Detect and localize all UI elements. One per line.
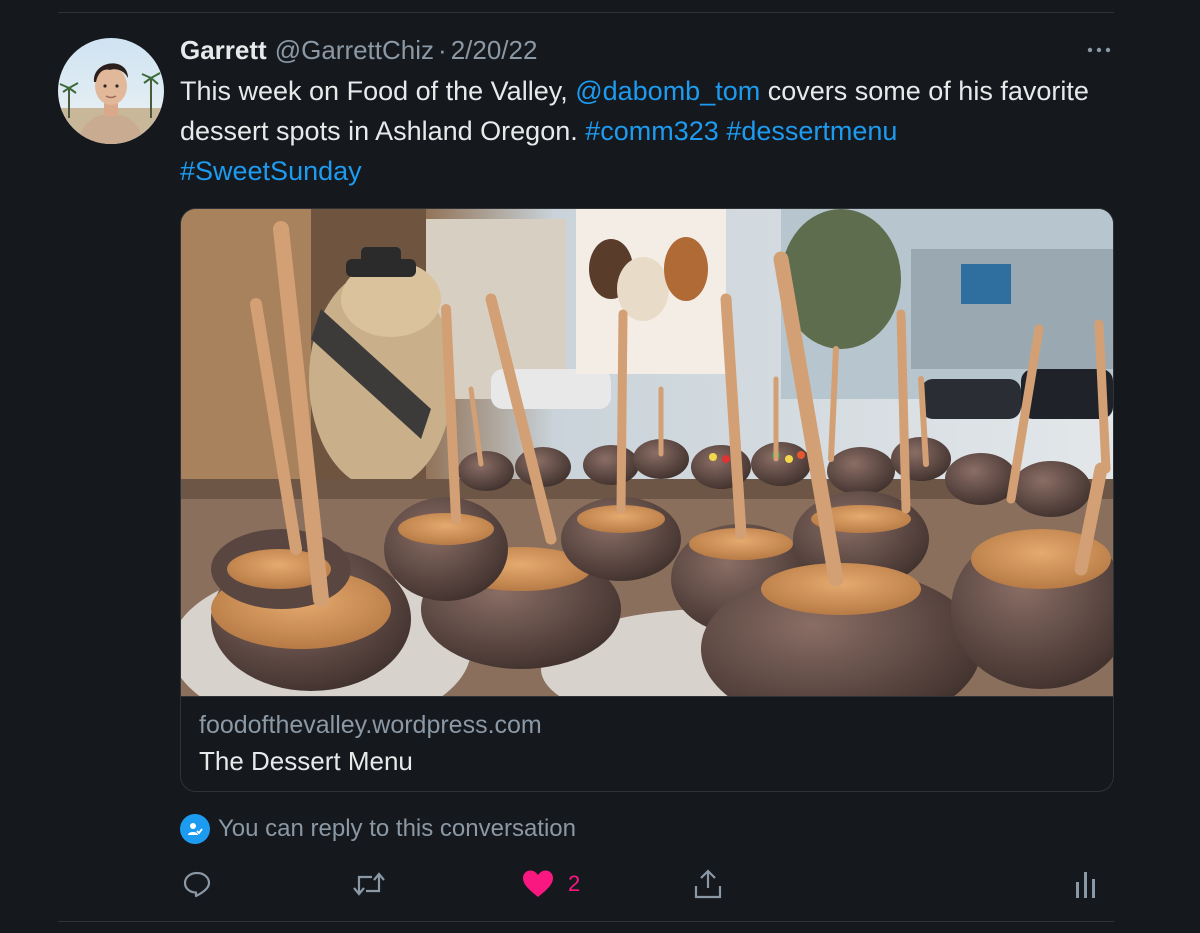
top-divider bbox=[58, 12, 1114, 13]
card-domain: foodofthevalley.wordpress.com bbox=[199, 711, 542, 739]
card-title: The Dessert Menu bbox=[199, 746, 413, 776]
hashtag-link[interactable]: #comm323 bbox=[585, 116, 719, 146]
like-button[interactable]: 2 bbox=[522, 866, 580, 902]
link-card[interactable]: foodofthevalley.wordpress.com The Desser… bbox=[180, 208, 1114, 792]
reply-restriction: You can reply to this conversation bbox=[180, 812, 576, 846]
hashtag-link[interactable]: #dessertmenu bbox=[726, 116, 897, 146]
retweet-button[interactable] bbox=[352, 866, 386, 902]
analytics-icon bbox=[1076, 872, 1095, 898]
mention-link[interactable]: @dabomb_tom bbox=[575, 76, 760, 106]
share-icon bbox=[694, 869, 722, 899]
bottom-divider bbox=[58, 921, 1114, 922]
tweet-header: Garrett @GarrettChiz · 2/20/22 bbox=[180, 33, 537, 67]
card-image[interactable] bbox=[181, 209, 1113, 729]
heart-icon bbox=[523, 870, 553, 897]
like-count: 2 bbox=[568, 871, 581, 896]
more-icon[interactable] bbox=[1084, 38, 1114, 62]
reply-button[interactable] bbox=[182, 866, 212, 902]
tweet-date[interactable]: 2/20/22 bbox=[451, 35, 538, 66]
hashtag-link[interactable]: #SweetSunday bbox=[180, 156, 362, 186]
author-name[interactable]: Garrett bbox=[180, 35, 267, 66]
tweet-text: This week on Food of the Valley, @dabomb… bbox=[180, 71, 1110, 191]
retweet-icon bbox=[353, 872, 385, 896]
tweet-text-part: This week on Food of the Valley, bbox=[180, 76, 576, 106]
avatar[interactable] bbox=[58, 38, 164, 144]
analytics-button[interactable] bbox=[1074, 866, 1098, 902]
share-button[interactable] bbox=[692, 866, 724, 902]
author-handle[interactable]: @GarrettChiz bbox=[275, 35, 434, 66]
person-check-icon bbox=[180, 814, 210, 844]
reply-restriction-text: You can reply to this conversation bbox=[218, 815, 576, 842]
reply-icon bbox=[183, 871, 211, 898]
separator-dot: · bbox=[438, 34, 447, 65]
